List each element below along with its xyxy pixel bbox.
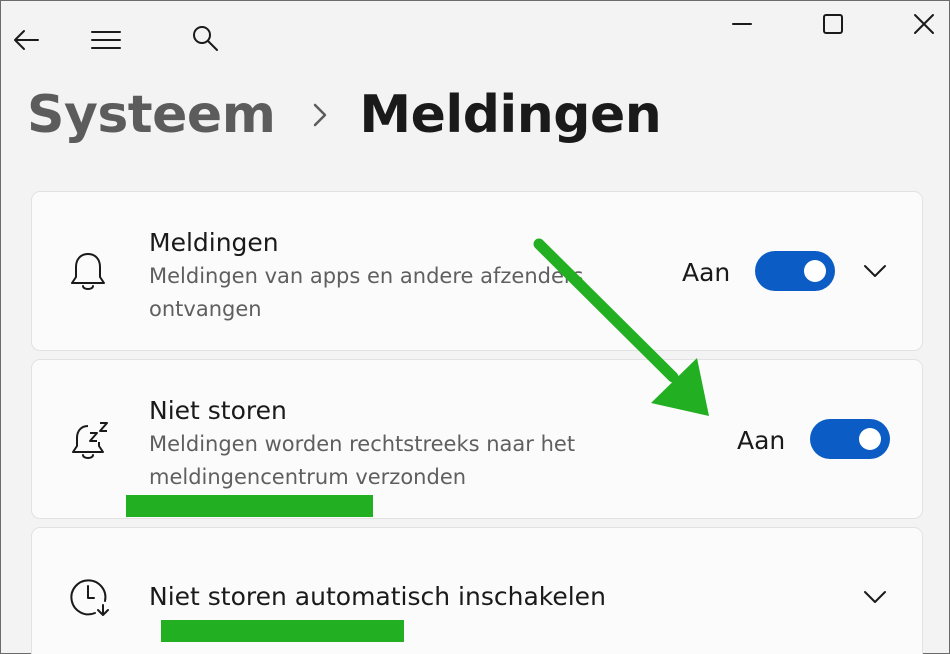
clock-icon: [66, 574, 112, 620]
close-button[interactable]: [909, 9, 939, 39]
chevron-down-icon[interactable]: [860, 584, 890, 610]
breadcrumb-parent[interactable]: Systeem: [27, 85, 276, 145]
minimize-button[interactable]: [727, 9, 757, 39]
setting-description-line1: Meldingen worden rechtstreeks naar het: [149, 432, 576, 456]
highlight-underline-meldingencentrum: [126, 495, 373, 517]
toggle-state-label: Aan: [682, 258, 731, 287]
niet-storen-toggle[interactable]: [810, 419, 890, 459]
back-button[interactable]: [11, 25, 41, 55]
maximize-icon: [823, 14, 843, 34]
setting-description-line2: ontvangen: [149, 297, 262, 321]
setting-title: Meldingen: [149, 228, 279, 257]
maximize-button[interactable]: [818, 9, 848, 39]
bell-icon: [68, 248, 108, 296]
arrow-left-icon: [14, 30, 39, 50]
chevron-right-icon: [311, 102, 329, 128]
setting-title: Niet storen automatisch inschakelen: [149, 582, 606, 611]
chevron-down-icon[interactable]: [860, 258, 890, 284]
close-icon: [914, 14, 934, 34]
minimize-icon: [732, 23, 752, 25]
search-icon: [193, 26, 218, 51]
breadcrumb: Systeem Meldingen: [27, 85, 662, 145]
navigation-menu-button[interactable]: [89, 25, 123, 55]
search-button[interactable]: [190, 23, 220, 53]
bell-snooze-icon: [68, 416, 114, 464]
setting-title: Niet storen: [149, 396, 287, 425]
setting-description-line1: Meldingen van apps en andere afzenders: [149, 264, 584, 288]
meldingen-toggle[interactable]: [755, 251, 835, 291]
toggle-knob: [859, 428, 881, 450]
toggle-knob: [804, 260, 826, 282]
toggle-state-label: Aan: [737, 426, 786, 455]
hamburger-icon: [91, 31, 121, 49]
highlight-underline-auto-dnd: [161, 620, 404, 642]
setting-description-line2: meldingencentrum verzonden: [149, 465, 467, 489]
page-title: Meldingen: [359, 85, 662, 145]
setting-card-meldingen[interactable]: Meldingen Meldingen van apps en andere a…: [31, 191, 923, 351]
